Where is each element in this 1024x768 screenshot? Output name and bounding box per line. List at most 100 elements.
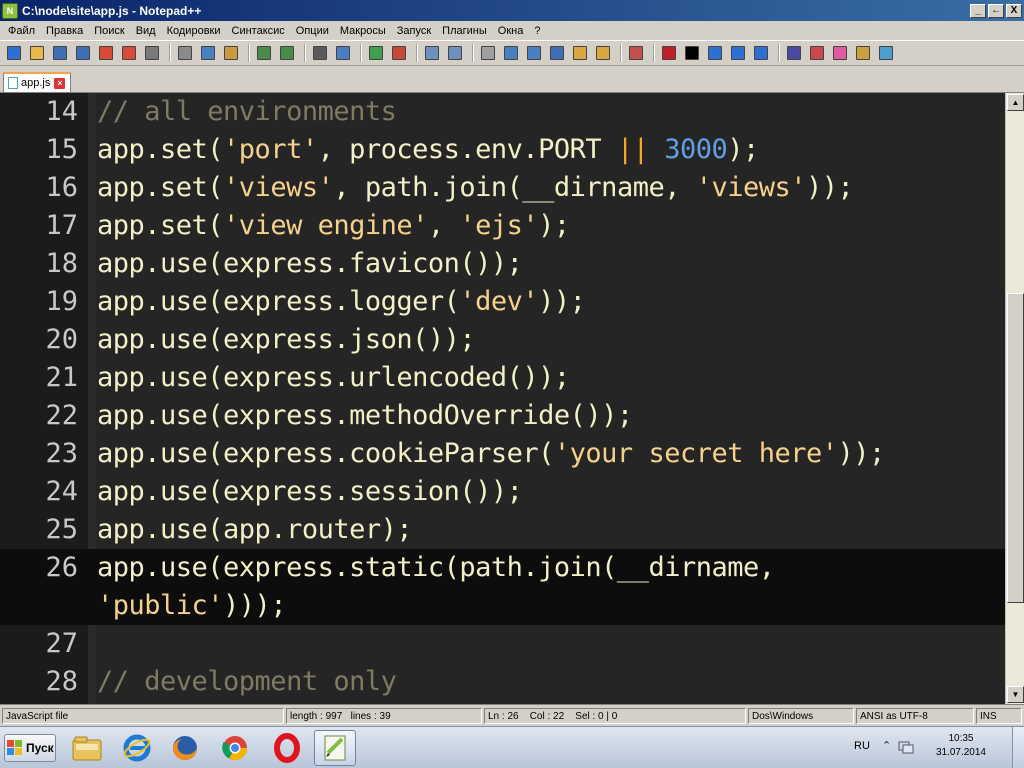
spellcheck-button[interactable] [784,43,804,63]
find-button[interactable] [310,43,330,63]
record-macro-button[interactable] [659,43,679,63]
function-list-button[interactable] [593,43,613,63]
scroll-down-arrow-icon[interactable]: ▼ [1007,686,1024,703]
menu-item-6[interactable]: Опции [291,25,335,37]
close-button[interactable]: X [1006,3,1022,18]
taskbar-notepadpp[interactable] [314,730,356,766]
paste-button[interactable] [221,43,241,63]
new-file-button[interactable] [4,43,24,63]
code-token: ); [727,134,759,165]
menu-item-5[interactable]: Синтаксис [227,25,291,37]
line-number: 18 [45,248,78,279]
code-token: app.use(express.cookieParser( [97,438,554,469]
code-token: app.use(express.json()); [97,324,476,355]
code-editor[interactable]: 14// all environments 15 app.set('port', p… [0,92,1024,704]
stop-macro-button[interactable] [682,43,702,63]
code-line[interactable]: 23 app.use(express.cookieParser('your sec… [0,435,1005,473]
taskbar-explorer[interactable] [66,730,108,766]
menu-item-9[interactable]: Плагины [437,25,493,37]
code-line[interactable]: 15 app.set('port', process.env.PORT || 30… [0,131,1005,169]
indent-guide-button[interactable] [524,43,544,63]
spellcheck-options-button[interactable] [807,43,827,63]
line-source: app.set('views', path.join(__dirname, 'v… [97,169,854,207]
sync-vertical-button[interactable] [422,43,442,63]
vertical-scrollbar[interactable]: ▲ ▼ [1005,93,1024,704]
code-line[interactable]: 17 app.set('view engine', 'ejs'); [0,207,1005,245]
plugin-a-button[interactable] [853,43,873,63]
code-line[interactable]: 14 // all environments [0,93,1005,131]
user-defined-language-button[interactable] [547,43,567,63]
menu-item-11[interactable]: ? [529,25,546,37]
code-line[interactable]: 20 app.use(express.json()); [0,321,1005,359]
menu-item-8[interactable]: Запуск [392,25,437,37]
sync-horizontal-button[interactable] [445,43,465,63]
close-button[interactable] [96,43,116,63]
close-all-button[interactable] [119,43,139,63]
status-file-type: JavaScript file [2,708,284,724]
line-source: app.use(express.session()); [97,473,523,511]
tab-close-icon[interactable]: × [54,77,66,89]
open-file-button[interactable] [27,43,47,63]
menu-item-0[interactable]: Файл [3,25,41,37]
code-line[interactable]: 22 app.use(express.methodOverride()); [0,397,1005,435]
plugin-b-button[interactable] [876,43,896,63]
save-all-button[interactable] [73,43,93,63]
taskbar-firefox[interactable] [164,730,206,766]
zoom-in-icon [369,46,383,60]
code-line[interactable]: 26 app.use(express.static(path.join(__dir… [0,549,1005,587]
show-hidden-icons-icon[interactable]: ⌃ [882,739,891,752]
code-line[interactable]: 19 app.use(express.logger('dev')); [0,283,1005,321]
folder-as-workspace-button[interactable] [626,43,646,63]
menu-item-1[interactable]: Правка [41,25,89,37]
zoom-out-button[interactable] [389,43,409,63]
word-wrap-button[interactable] [478,43,498,63]
menu-item-2[interactable]: Поиск [89,25,130,37]
replace-button[interactable] [333,43,353,63]
zoom-out-icon [392,46,406,60]
doc-map-button[interactable] [570,43,590,63]
copy-button[interactable] [198,43,218,63]
redo-button[interactable] [277,43,297,63]
play-macro-button[interactable] [705,43,725,63]
show-all-chars-button[interactable] [501,43,521,63]
favorite-button[interactable] [830,43,850,63]
plugin-a-icon [856,46,870,60]
code-line[interactable]: 'public'))); [0,587,1005,625]
restore-button[interactable]: ← [988,3,1004,18]
scroll-up-arrow-icon[interactable]: ▲ [1007,94,1024,111]
find-icon [313,46,327,60]
minimize-button[interactable]: _ [970,3,986,18]
menu-item-3[interactable]: Вид [131,25,162,37]
scrollbar-thumb[interactable] [1007,293,1024,603]
show-desktop-button[interactable] [1012,727,1024,768]
save-button[interactable] [50,43,70,63]
language-indicator[interactable]: RU [854,740,870,752]
code-line[interactable]: 25 app.use(app.router); [0,511,1005,549]
code-line[interactable]: 27 [0,625,1005,663]
network-icon[interactable] [898,739,914,755]
code-area[interactable]: 14// all environments 15 app.set('port', p… [0,93,1005,701]
run-macro-multiple-button[interactable] [728,43,748,63]
taskbar-internet-explorer[interactable] [116,730,158,766]
record-macro-icon [662,46,676,60]
print-button[interactable] [142,43,162,63]
cut-button[interactable] [175,43,195,63]
code-line[interactable]: 18 app.use(express.favicon()); [0,245,1005,283]
zoom-in-button[interactable] [366,43,386,63]
code-line[interactable]: 28 // development only [0,663,1005,701]
menu-item-7[interactable]: Макросы [335,25,392,37]
taskbar-opera[interactable] [266,730,308,766]
tab-app-js[interactable]: app.js × [3,72,71,92]
start-button[interactable]: Пуск [4,734,56,762]
clock[interactable]: 10:35 31.07.2014 [936,732,986,760]
undo-button[interactable] [254,43,274,63]
code-line[interactable]: 24 app.use(express.session()); [0,473,1005,511]
menu-item-10[interactable]: Окна [493,25,530,37]
code-line[interactable]: 16 app.set('views', path.join(__dirname, … [0,169,1005,207]
taskbar-chrome[interactable] [214,730,256,766]
menu-item-4[interactable]: Кодировки [162,25,227,37]
new-file-icon [7,46,21,60]
save-macro-button[interactable] [751,43,771,63]
favorite-icon [833,46,847,60]
code-line[interactable]: 21 app.use(express.urlencoded()); [0,359,1005,397]
